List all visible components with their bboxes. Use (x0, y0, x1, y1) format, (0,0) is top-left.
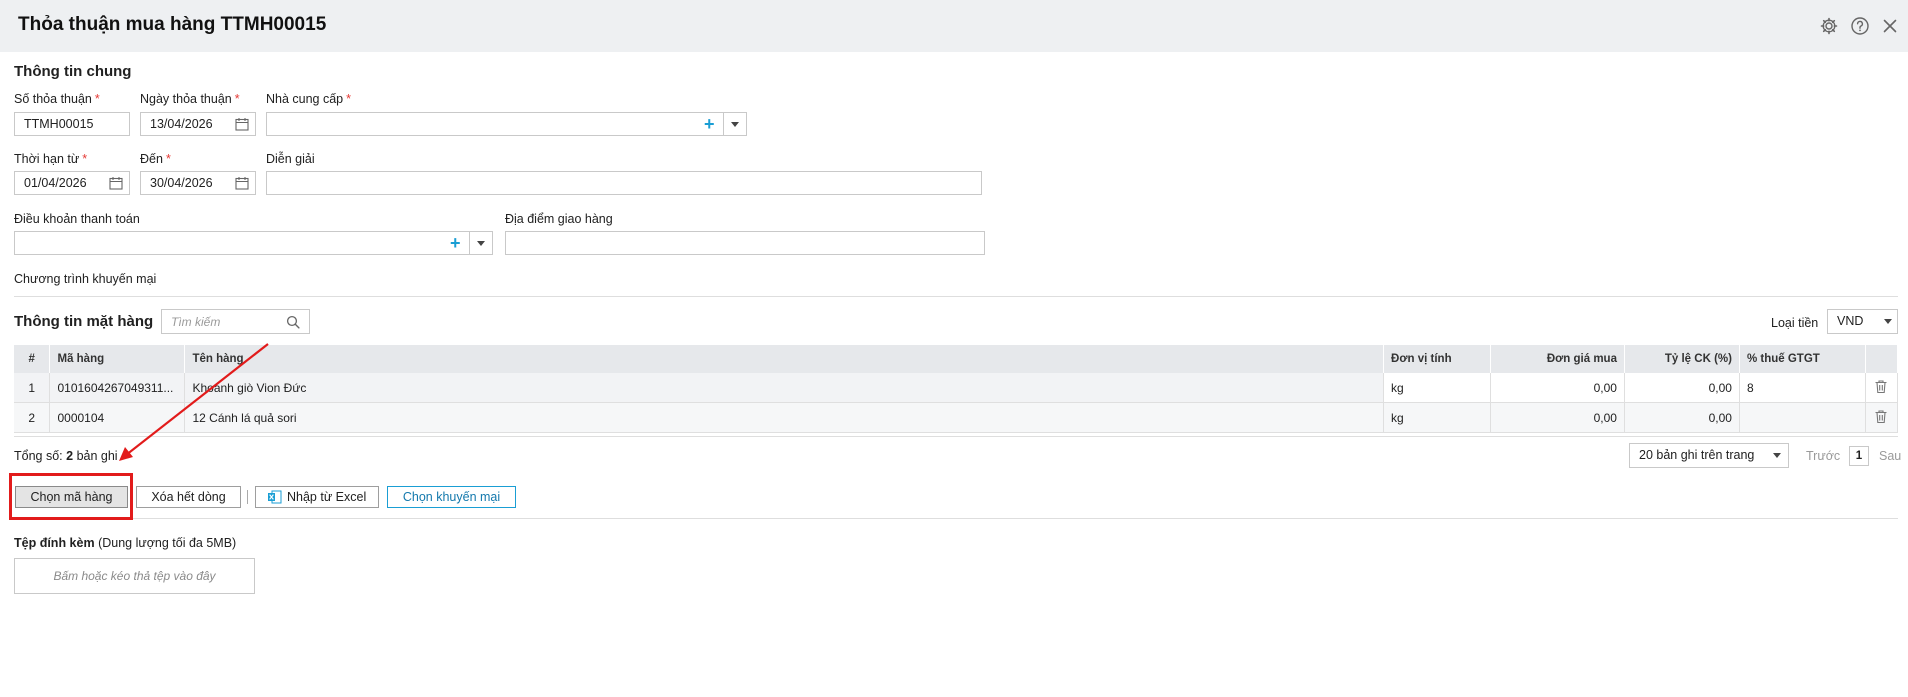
page-number[interactable]: 1 (1849, 446, 1869, 466)
dia-diem-input[interactable] (505, 231, 985, 255)
calendar-icon[interactable] (235, 176, 249, 190)
chevron-down-icon[interactable] (731, 122, 739, 127)
thoi-han-tu-value: 01/04/2026 (24, 176, 87, 190)
item-unit[interactable]: kg (1383, 402, 1492, 433)
trash-icon[interactable] (1874, 409, 1888, 424)
calendar-icon[interactable] (109, 176, 123, 190)
currency-select[interactable]: VND (1827, 309, 1898, 334)
annotation-arrow (119, 343, 269, 461)
so-thoa-thuan-input[interactable]: TTMH00015 (14, 112, 130, 136)
den-value: 30/04/2026 (150, 176, 213, 190)
column-header: # (14, 345, 51, 373)
dieu-khoan-input[interactable]: + (14, 231, 493, 255)
divider (14, 296, 1898, 297)
currency-label: Loại tiền (1771, 316, 1819, 330)
delete-row-cell (1865, 373, 1899, 403)
search-icon[interactable] (286, 315, 300, 329)
ngay-thoa-thuan-value: 13/04/2026 (150, 117, 213, 131)
item-code[interactable]: 0000104 (49, 402, 186, 433)
item-vat[interactable]: 8 (1739, 373, 1866, 403)
so-thoa-thuan-label: Số thỏa thuận * (14, 92, 100, 106)
thoi-han-tu-input[interactable]: 01/04/2026 (14, 171, 130, 195)
thoi-han-tu-label: Thời hạn từ * (14, 152, 88, 166)
column-header: Tên hàng (184, 345, 1385, 373)
gear-icon[interactable] (1819, 16, 1839, 36)
dropdown-divider (723, 113, 724, 135)
divider (14, 518, 1898, 519)
item-name[interactable]: Khoanh giò Vion Đức (184, 373, 1385, 403)
row-number: 2 (14, 402, 51, 433)
nha-cung-cap-input[interactable]: + (266, 112, 747, 136)
dialog-header: Thỏa thuận mua hàng TTMH00015 (0, 0, 1908, 52)
chevron-down-icon (1884, 319, 1892, 324)
table-header-row: # Mã hàng Tên hàng Đơn vị tính Đơn giá m… (14, 345, 1899, 373)
general-section-title: Thông tin chung (14, 63, 132, 80)
column-header: Đơn giá mua (1490, 345, 1625, 373)
toolbar-separator (247, 490, 248, 504)
calendar-icon[interactable] (235, 117, 249, 131)
dien-giai-label: Diễn giải (266, 152, 315, 166)
add-payment-term-icon[interactable]: + (450, 232, 461, 254)
dropdown-divider (469, 232, 470, 254)
next-page-button[interactable]: Sau (1879, 449, 1901, 463)
dialog-title: Thỏa thuận mua hàng TTMH00015 (18, 14, 327, 35)
item-unit[interactable]: kg (1383, 373, 1492, 403)
column-header-actions (1865, 345, 1899, 373)
dia-diem-label: Địa điểm giao hàng (505, 212, 613, 226)
page-size-select[interactable]: 20 bản ghi trên trang (1629, 443, 1789, 468)
total-records: Tổng số: 2 bản ghi (14, 449, 118, 463)
dieu-khoan-label: Điều khoản thanh toán (14, 212, 140, 226)
khuyen-mai-label: Chương trình khuyến mại (14, 272, 157, 286)
page-size-value: 20 bản ghi trên trang (1639, 448, 1755, 462)
excel-icon (268, 490, 282, 504)
ngay-thoa-thuan-label: Ngày thỏa thuận * (140, 92, 240, 106)
close-icon[interactable] (1880, 16, 1900, 36)
xoa-het-dong-button[interactable]: Xóa hết dòng (136, 486, 241, 508)
chon-khuyen-mai-button[interactable]: Chọn khuyến mại (387, 486, 516, 508)
delete-row-cell (1865, 402, 1899, 433)
nhap-tu-excel-label: Nhập từ Excel (287, 490, 367, 504)
row-number: 1 (14, 373, 51, 403)
table-row[interactable]: 1 0101604267049311... Khoanh giò Vion Đứ… (14, 373, 1899, 403)
column-header: Đơn vị tính (1383, 345, 1492, 373)
column-header: Tỷ lệ CK (%) (1624, 345, 1740, 373)
nhap-tu-excel-button[interactable]: Nhập từ Excel (255, 486, 379, 508)
trash-icon[interactable] (1874, 379, 1888, 394)
item-code[interactable]: 0101604267049311... (49, 373, 186, 403)
item-discount[interactable]: 0,00 (1624, 373, 1740, 403)
chevron-down-icon (1773, 453, 1781, 458)
attachment-dropzone[interactable]: Bấm hoặc kéo thả tệp vào đây (14, 558, 255, 594)
help-icon[interactable] (1850, 16, 1870, 36)
ngay-thoa-thuan-input[interactable]: 13/04/2026 (140, 112, 256, 136)
nha-cung-cap-label: Nhà cung cấp * (266, 92, 352, 106)
add-supplier-icon[interactable]: + (704, 113, 715, 135)
chevron-down-icon[interactable] (477, 241, 485, 246)
item-name[interactable]: 12 Cánh lá quả sori (184, 402, 1385, 433)
den-label: Đến * (140, 152, 171, 166)
search-input[interactable] (171, 315, 281, 329)
items-table: # Mã hàng Tên hàng Đơn vị tính Đơn giá m… (14, 345, 1899, 433)
item-price[interactable]: 0,00 (1490, 402, 1625, 433)
prev-page-button[interactable]: Trước (1806, 449, 1840, 463)
table-row[interactable]: 2 0000104 12 Cánh lá quả sori kg 0,00 0,… (14, 402, 1899, 433)
item-search[interactable] (161, 309, 310, 334)
dien-giai-input[interactable] (266, 171, 982, 195)
items-section-title: Thông tin mặt hàng (14, 313, 154, 330)
currency-value: VND (1837, 314, 1864, 328)
column-header: % thuế GTGT (1739, 345, 1866, 373)
annotation-highlight-box (9, 473, 133, 520)
den-input[interactable]: 30/04/2026 (140, 171, 256, 195)
item-discount[interactable]: 0,00 (1624, 402, 1740, 433)
divider (14, 436, 1898, 437)
item-price[interactable]: 0,00 (1490, 373, 1625, 403)
attachments-title: Tệp đính kèm (Dung lượng tối đa 5MB) (14, 536, 237, 550)
column-header: Mã hàng (49, 345, 186, 373)
item-vat[interactable] (1739, 402, 1866, 433)
